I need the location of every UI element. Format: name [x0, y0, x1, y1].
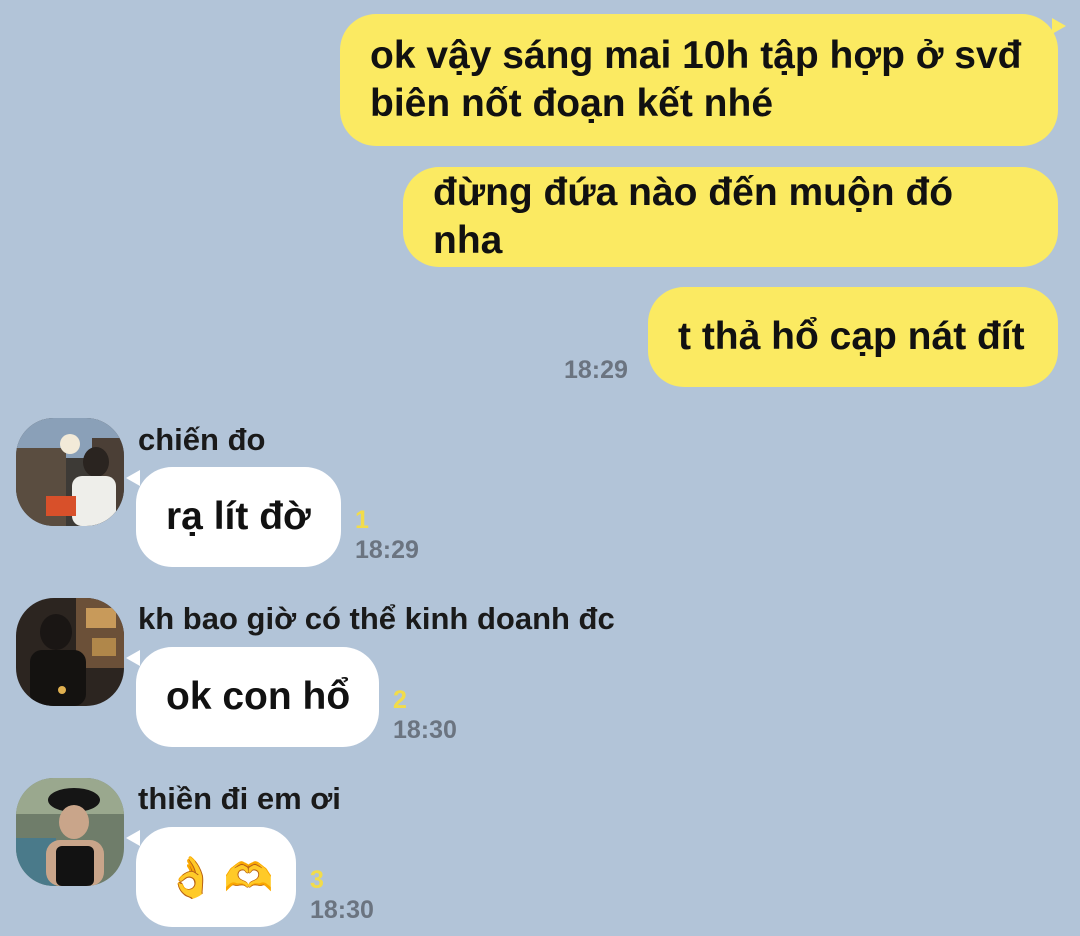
message-timestamp: 18:30	[393, 716, 457, 744]
message-text: rạ lít đờ	[166, 495, 311, 538]
user-avatar-photo-icon	[16, 598, 124, 706]
message-text: ok con hổ	[166, 675, 351, 718]
bubble-tail	[126, 470, 140, 486]
message-timestamp: 18:29	[355, 536, 419, 564]
message-text: ok vậy sáng mai 10h tập hợp ở svđ biên n…	[370, 34, 1022, 125]
heart-hands-emoji-icon: 🫶	[223, 855, 274, 900]
message-text: đừng đứa nào đến muộn đó nha	[433, 171, 954, 262]
message-timestamp: 18:29	[564, 356, 628, 384]
outgoing-message-bubble[interactable]: ok vậy sáng mai 10h tập hợp ở svđ biên n…	[340, 14, 1058, 146]
sender-name: chiến đo	[138, 422, 266, 457]
bubble-tail	[1052, 18, 1066, 34]
incoming-message-bubble[interactable]: 👌 🫶	[136, 827, 296, 927]
incoming-message-bubble[interactable]: ok con hổ	[136, 647, 379, 747]
user-avatar-photo-icon	[16, 778, 124, 886]
incoming-message-bubble[interactable]: rạ lít đờ	[136, 467, 341, 567]
bubble-tail	[126, 830, 140, 846]
message-text: t thả hổ cạp nát đít	[678, 315, 1025, 358]
avatar[interactable]	[16, 778, 124, 886]
sender-name: kh bao giờ có thể kinh doanh đc	[138, 601, 615, 636]
chat-message-list[interactable]: ok vậy sáng mai 10h tập hợp ở svđ biên n…	[0, 0, 1080, 936]
outgoing-message-bubble[interactable]: đừng đứa nào đến muộn đó nha	[403, 167, 1058, 267]
sender-name: thiền đi em ơi	[138, 781, 341, 816]
avatar[interactable]	[16, 598, 124, 706]
avatar[interactable]	[16, 418, 124, 526]
unread-count-badge: 3	[310, 866, 324, 894]
outgoing-message-bubble[interactable]: t thả hổ cạp nát đít	[648, 287, 1058, 387]
user-avatar-photo-icon	[16, 418, 124, 526]
bubble-tail	[126, 650, 140, 666]
unread-count-badge: 1	[355, 506, 369, 534]
message-timestamp: 18:30	[310, 896, 374, 924]
ok-hand-emoji-icon: 👌	[166, 855, 216, 900]
unread-count-badge: 2	[393, 686, 407, 714]
